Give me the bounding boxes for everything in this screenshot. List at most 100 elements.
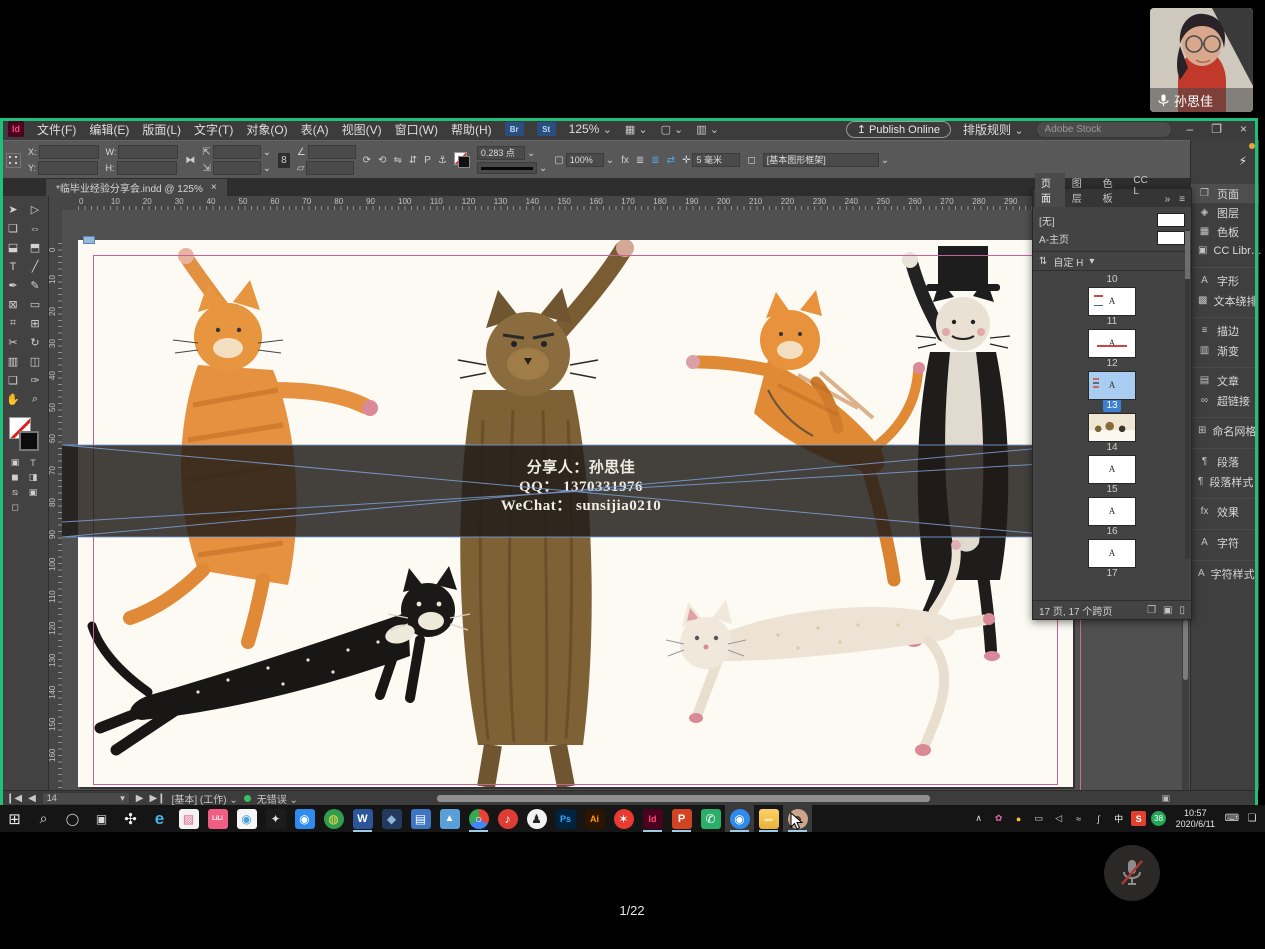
panel-swatches[interactable]: ▦ 色板 bbox=[1191, 222, 1259, 241]
tool-option[interactable]: ◻ bbox=[6, 500, 24, 515]
stroke-swatch-large[interactable] bbox=[19, 431, 39, 451]
menu-help[interactable]: 帮助(H) bbox=[451, 121, 492, 138]
panel-articles[interactable]: ▤ 文章 bbox=[1191, 367, 1259, 391]
type-tool[interactable]: T bbox=[2, 257, 24, 276]
image-viewer-app[interactable]: ▲ bbox=[435, 805, 464, 832]
tool-option[interactable]: ◼ bbox=[6, 470, 24, 485]
menu-object[interactable]: 对象(O) bbox=[246, 121, 287, 138]
object-style-dropdown[interactable]: [基本图形框架] bbox=[763, 153, 879, 167]
constrain-dimensions-icon[interactable]: ⧓ bbox=[185, 155, 195, 166]
current-page-field[interactable]: 14▾ bbox=[42, 792, 130, 805]
align-left-icon[interactable]: ≣ bbox=[636, 155, 644, 166]
y-position-field[interactable] bbox=[38, 161, 98, 175]
panel-glyphs[interactable]: A 字形 bbox=[1191, 267, 1259, 291]
content-placer-tool[interactable]: ⬒ bbox=[24, 238, 46, 257]
file-explorer[interactable]: ▬ bbox=[754, 805, 783, 832]
page-item[interactable]: 14 bbox=[1033, 414, 1191, 454]
panel-hyperlinks[interactable]: ∞ 超链接 bbox=[1191, 391, 1259, 410]
powerpoint[interactable]: P bbox=[667, 805, 696, 832]
vertical-scrollbar-thumb[interactable] bbox=[1183, 620, 1188, 680]
panel-gradient[interactable]: ▥ 渐变 bbox=[1191, 341, 1259, 360]
tray-yellow-shield[interactable]: ● bbox=[1010, 808, 1028, 830]
red-app[interactable]: ✶ bbox=[609, 805, 638, 832]
menu-layout[interactable]: 版面(L) bbox=[142, 121, 181, 138]
blue-tile-app[interactable]: ▤ bbox=[406, 805, 435, 832]
sogou-input[interactable]: S bbox=[1130, 808, 1148, 830]
pages-panel-scrollbar[interactable] bbox=[1185, 229, 1190, 559]
navy-app[interactable]: ◆ bbox=[377, 805, 406, 832]
start-button[interactable]: ⊞ bbox=[0, 805, 29, 832]
tray-volume[interactable]: ◁ bbox=[1050, 808, 1068, 830]
claw-app[interactable]: ✦ bbox=[261, 805, 290, 832]
page-item[interactable]: A 12 bbox=[1033, 330, 1191, 370]
opacity-field[interactable]: 100% bbox=[566, 153, 604, 167]
page-thumbnail[interactable] bbox=[1089, 414, 1135, 441]
note-tool[interactable]: ❑ bbox=[2, 371, 24, 390]
bridge-button[interactable]: Br bbox=[505, 122, 524, 136]
panel-tab[interactable]: CC L bbox=[1127, 173, 1159, 207]
grid-tool[interactable]: ⊞ bbox=[24, 314, 46, 333]
tray-display[interactable]: ▭ bbox=[1030, 808, 1048, 830]
notification-center-icon[interactable]: ❏ bbox=[1243, 808, 1261, 830]
scale-y-field[interactable] bbox=[213, 161, 261, 175]
table-tool[interactable]: ⌗ bbox=[2, 314, 24, 333]
touch-keyboard-icon[interactable]: ⌨ bbox=[1223, 808, 1241, 830]
corner-radius-field[interactable]: 5 毫米 bbox=[692, 153, 740, 167]
tencent-meeting[interactable]: ◉ bbox=[725, 805, 754, 832]
page-item[interactable]: A 16 bbox=[1033, 498, 1191, 538]
auto-fit-checkbox[interactable]: ⇄ bbox=[667, 155, 675, 166]
panel-layers[interactable]: ◈ 图层 bbox=[1191, 203, 1259, 222]
tab-close-icon[interactable]: × bbox=[211, 182, 217, 193]
panel-character-styles[interactable]: A 字符样式 bbox=[1191, 560, 1259, 584]
panel-effects[interactable]: fx 效果 bbox=[1191, 498, 1259, 522]
menu-edit[interactable]: 编辑(E) bbox=[89, 121, 129, 138]
panel-overflow-icon[interactable]: » bbox=[1161, 192, 1175, 207]
line-tool[interactable]: ╱ bbox=[24, 257, 46, 276]
align-center-icon[interactable]: ≣ bbox=[651, 155, 659, 166]
page-item[interactable]: A 13 bbox=[1033, 372, 1191, 412]
page-item[interactable]: 10 bbox=[1033, 273, 1191, 286]
gradient-feather-tool[interactable]: ◫ bbox=[24, 352, 46, 371]
tray-pink-app[interactable]: ✿ bbox=[990, 808, 1008, 830]
chrome[interactable]: ○ bbox=[464, 805, 493, 832]
stock-button[interactable]: St bbox=[537, 122, 556, 136]
spread-view-icon[interactable]: ▣ bbox=[1161, 793, 1170, 804]
width-field[interactable] bbox=[118, 145, 178, 159]
ime-indicator[interactable]: 中 bbox=[1110, 808, 1128, 830]
menu-table[interactable]: 表(A) bbox=[301, 121, 329, 138]
pen-tool[interactable]: ✒ bbox=[2, 276, 24, 295]
panel-tab[interactable]: 色板 bbox=[1097, 173, 1127, 207]
edge-browser[interactable]: e bbox=[145, 805, 174, 832]
size-preset-row[interactable]: ⇅ 自定 H ▾ bbox=[1033, 252, 1191, 271]
menu-window[interactable]: 窗口(W) bbox=[395, 121, 438, 138]
eyedropper-tool[interactable]: ✑ bbox=[24, 371, 46, 390]
preflight-status[interactable]: 无错误 ⌄ bbox=[257, 791, 298, 806]
gap-tool[interactable]: ⇔ bbox=[24, 219, 46, 238]
tool-option[interactable]: T bbox=[24, 455, 42, 470]
page-tool[interactable]: ❏ bbox=[2, 219, 24, 238]
screen-mode-dropdown[interactable]: ▢ ⌄ bbox=[661, 123, 684, 136]
webcam-tile[interactable]: 孙思佳 bbox=[1150, 8, 1253, 112]
constrain-scale-icon[interactable]: 8 bbox=[278, 153, 290, 168]
tool-option[interactable]: ▣ bbox=[6, 455, 24, 470]
menu-type[interactable]: 文字(T) bbox=[194, 121, 233, 138]
page-thumbnail[interactable]: A bbox=[1089, 330, 1135, 357]
cortana-button[interactable]: ◯ bbox=[58, 805, 87, 832]
zoom-level-dropdown[interactable]: 125% ⌄ bbox=[569, 122, 612, 136]
indesign[interactable]: Id bbox=[638, 805, 667, 832]
master-page-row[interactable]: [无] bbox=[1039, 211, 1185, 229]
qq[interactable]: ♟ bbox=[522, 805, 551, 832]
effects-icon[interactable]: fx bbox=[621, 155, 629, 166]
panel-pages[interactable]: ❐ 页面 bbox=[1191, 184, 1259, 203]
content-collector-tool[interactable]: ⬓ bbox=[2, 238, 24, 257]
master-page-row[interactable]: A-主页 bbox=[1039, 229, 1185, 247]
rings-app[interactable]: ◉ bbox=[232, 805, 261, 832]
pages-panel-footer-icon[interactable]: ▣ bbox=[1163, 605, 1172, 616]
rotate-ccw-icon[interactable]: ⟲ bbox=[378, 155, 386, 166]
illustrator[interactable]: Ai bbox=[580, 805, 609, 832]
panel-cc-libraries[interactable]: ▣ CC Libr… bbox=[1191, 241, 1259, 260]
view-options-dropdown[interactable]: ▦ ⌄ bbox=[625, 123, 648, 136]
panel-character[interactable]: A 字符 bbox=[1191, 529, 1259, 553]
rectangle-tool[interactable]: ▭ bbox=[24, 295, 46, 314]
menu-file[interactable]: 文件(F) bbox=[37, 121, 76, 138]
